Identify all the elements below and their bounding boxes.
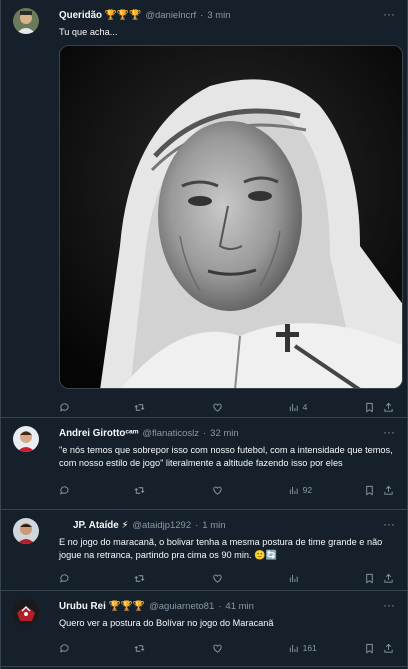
author-handle[interactable]: @ataidjp1292 (132, 520, 191, 531)
views-button[interactable] (288, 573, 364, 584)
retweet-icon (134, 486, 145, 494)
tweet-actions: 4 (59, 395, 397, 419)
share-icon (384, 573, 393, 583)
reply-button[interactable] (59, 402, 134, 413)
retweet-icon (134, 644, 145, 652)
separator-dot: · (195, 519, 199, 531)
timestamp[interactable]: 1 min (202, 520, 225, 531)
views-count: 4 (302, 402, 308, 412)
share-button[interactable] (383, 573, 397, 584)
reply-icon (60, 573, 69, 583)
retweet-button[interactable] (134, 573, 212, 584)
tweet-media-image[interactable] (59, 45, 403, 389)
bookmark-button[interactable] (364, 643, 384, 654)
views-icon (289, 486, 298, 494)
separator-dot: · (200, 9, 204, 21)
retweet-button[interactable] (134, 643, 212, 654)
more-icon[interactable]: ··· (383, 518, 395, 530)
share-icon (384, 485, 393, 495)
tweet[interactable]: Andrei Girottoᶜᵃᵐ @flanaticoslz · 32 min… (1, 418, 407, 510)
share-button[interactable] (383, 643, 397, 654)
author-handle[interactable]: @aguiarneto81 (149, 601, 214, 612)
more-icon[interactable]: ··· (383, 426, 395, 438)
retweet-icon (134, 574, 145, 582)
timestamp[interactable]: 3 min (207, 10, 230, 21)
views-icon (289, 403, 298, 411)
avatar[interactable] (13, 8, 39, 34)
more-icon[interactable]: ··· (383, 599, 395, 611)
tweet-text: E no jogo do maracanã, o bolivar tenha a… (59, 537, 383, 560)
tweet[interactable]: JP. Ataíde ⚡ @ataidjp1292 · 1 min ··· E … (1, 510, 407, 591)
author-name[interactable]: Urubu Rei 🏆🏆🏆 (59, 601, 145, 612)
portrait-photo (60, 46, 402, 388)
author-name[interactable]: Andrei Girottoᶜᵃᵐ (59, 428, 138, 439)
tweet-text: "e nós temos que sobrepor isso com nosso… (59, 445, 393, 468)
share-icon (384, 643, 393, 653)
reply-button[interactable] (59, 485, 134, 496)
retweet-icon (134, 403, 145, 411)
bookmark-icon (366, 485, 373, 495)
views-button[interactable]: 92 (288, 485, 364, 496)
bookmark-icon (366, 573, 373, 583)
author-handle[interactable]: @danielncrf (145, 10, 196, 21)
author-name[interactable]: Queridão 🏆🏆🏆 (59, 10, 141, 21)
like-icon (213, 403, 222, 412)
tweet[interactable]: Urubu Rei 🏆🏆🏆 @aguiarneto81 · 41 min ···… (1, 591, 407, 667)
bookmark-icon (366, 402, 373, 412)
avatar[interactable] (13, 426, 39, 452)
separator-dot: · (203, 427, 207, 439)
retweet-button[interactable] (134, 402, 212, 413)
reply-icon (60, 485, 69, 495)
tweet-actions: 161 (59, 636, 397, 660)
share-icon (384, 402, 393, 412)
share-button[interactable] (383, 402, 397, 413)
reply-icon (60, 643, 69, 653)
like-icon (213, 574, 222, 583)
like-button[interactable] (212, 573, 287, 584)
bookmark-button[interactable] (364, 402, 384, 413)
views-count: 161 (302, 643, 317, 653)
separator-dot: · (218, 600, 222, 612)
bookmark-button[interactable] (364, 485, 384, 496)
like-icon (213, 486, 222, 495)
like-icon (213, 644, 222, 653)
share-button[interactable] (383, 485, 397, 496)
reply-icon (60, 402, 69, 412)
tweet-actions: 92 (59, 478, 397, 502)
bookmark-button[interactable] (364, 573, 384, 584)
author-handle[interactable]: @flanaticoslz (142, 428, 199, 439)
more-icon[interactable]: ··· (383, 8, 395, 20)
author-name[interactable]: JP. Ataíde ⚡ (73, 520, 128, 531)
avatar[interactable] (13, 599, 39, 625)
views-icon (289, 644, 298, 652)
like-button[interactable] (212, 402, 287, 413)
timestamp[interactable]: 41 min (225, 601, 254, 612)
reply-button[interactable] (59, 573, 134, 584)
retweet-button[interactable] (134, 485, 212, 496)
timestamp[interactable]: 32 min (210, 428, 239, 439)
tweet[interactable]: Queridão 🏆🏆🏆 @danielncrf · 3 min ··· Tu … (1, 0, 407, 418)
timeline-feed: Queridão 🏆🏆🏆 @danielncrf · 3 min ··· Tu … (0, 0, 408, 669)
views-icon (289, 574, 298, 582)
reply-button[interactable] (59, 643, 134, 654)
tweet-text: Quero ver a postura do Bolívar no jogo d… (59, 618, 274, 628)
bookmark-icon (366, 643, 373, 653)
avatar[interactable] (13, 518, 39, 544)
tweet-text: Tu que acha... (59, 27, 118, 37)
like-button[interactable] (212, 643, 287, 654)
like-button[interactable] (212, 485, 287, 496)
views-button[interactable]: 4 (288, 402, 364, 413)
tweet-actions (59, 566, 397, 590)
views-count: 92 (302, 485, 313, 495)
views-button[interactable]: 161 (288, 643, 364, 654)
